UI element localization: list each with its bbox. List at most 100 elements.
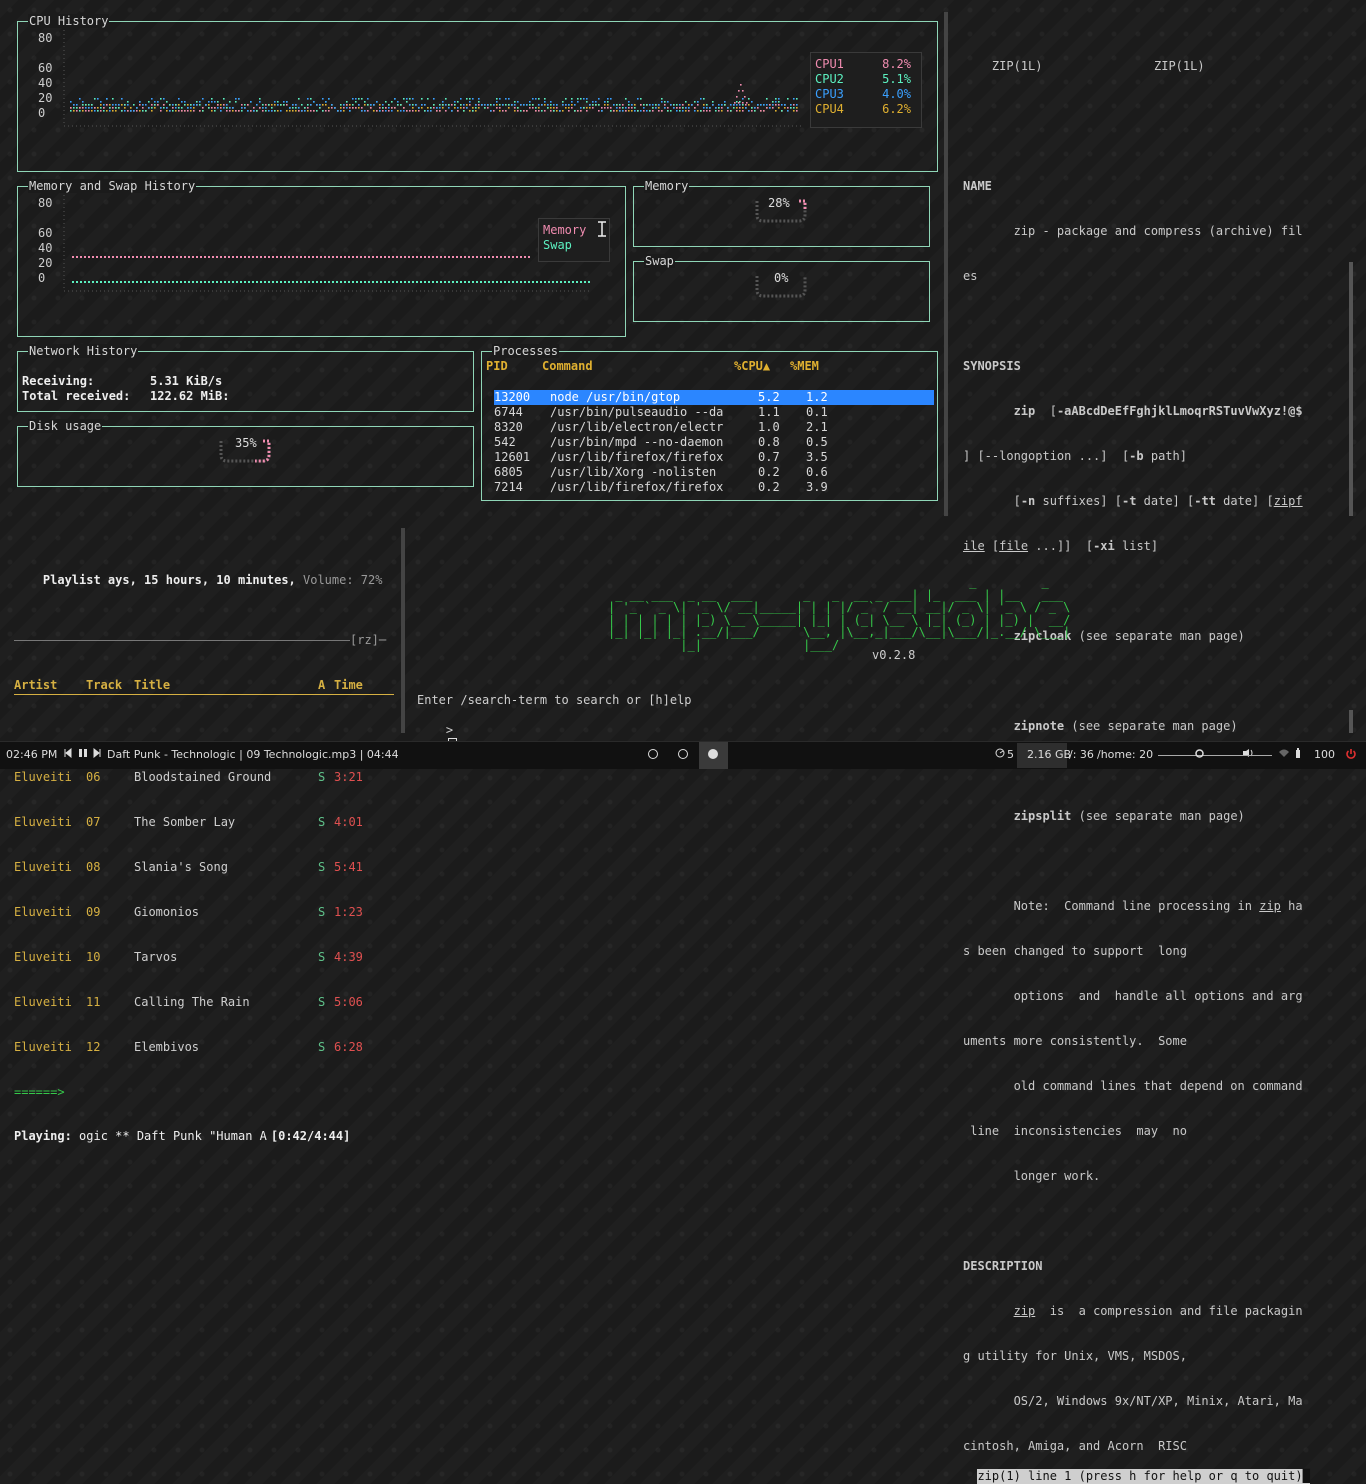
- playlist-row[interactable]: Eluveiti 09 Giomonios S 1:23: [14, 905, 394, 920]
- cpu-history-point: [535, 107, 537, 109]
- process-row[interactable]: 6805 /usr/lib/Xorg -nolisten 0.2 0.6: [494, 465, 934, 480]
- cpu-history-point: [277, 101, 279, 103]
- cpu-history-point: [355, 107, 357, 109]
- cpu-history-point: [505, 110, 507, 112]
- playlist-scrollbar[interactable]: [401, 528, 405, 733]
- memory-gauge: 28%: [751, 195, 811, 223]
- cpu-history-point: [649, 110, 651, 112]
- workspace-icon[interactable]: [678, 749, 688, 759]
- cpu-history-point: [472, 110, 474, 112]
- cpu-history-point: [622, 107, 624, 109]
- cpu-history-point: [367, 98, 369, 100]
- track-column-header[interactable]: Track: [86, 678, 134, 694]
- command-column-header[interactable]: Command: [542, 359, 734, 374]
- cpu-history-point: [202, 110, 204, 112]
- cpu-history-point: [112, 107, 114, 109]
- cpu-history-point: [190, 107, 192, 109]
- cpu-history-point: [661, 110, 663, 112]
- cpu-history-point: [139, 101, 141, 103]
- cpu-history-point: [553, 107, 555, 109]
- mem-y-tick: 40: [38, 241, 53, 255]
- playlist-row[interactable]: Eluveiti 12 Elembivos S 6:28: [14, 1040, 394, 1055]
- artist-column-header[interactable]: Artist: [14, 678, 86, 694]
- volume-slider[interactable]: [1228, 755, 1272, 756]
- mem-column-header[interactable]: %MEM: [790, 359, 830, 374]
- cpu-history-point: [457, 107, 459, 109]
- wifi-icon[interactable]: [1278, 748, 1290, 762]
- man-scrollbar[interactable]: [1349, 262, 1353, 516]
- cpu-history-point: [418, 107, 420, 109]
- now-playing[interactable]: Daft Punk - Technologic | 09 Technologic…: [107, 748, 399, 762]
- cpu-history-point: [475, 104, 477, 106]
- next-icon[interactable]: [93, 747, 101, 762]
- process-row[interactable]: 12601 /usr/lib/firefox/firefox 0.7 3.5: [494, 450, 934, 465]
- pause-icon[interactable]: [78, 748, 88, 762]
- cpu-history-point: [109, 107, 111, 109]
- cpu-history-point: [562, 110, 564, 112]
- cpu-history-point: [178, 110, 180, 112]
- man-page-pane[interactable]: ZIP(1L) ZIP(1L) NAME zip - package and c…: [963, 14, 1341, 1484]
- cpu-history-point: [616, 107, 618, 109]
- cpu-history-point: [265, 107, 267, 109]
- cpu4-label: CPU4: [815, 102, 844, 116]
- cpu-history-point: [322, 98, 324, 100]
- title-column-header[interactable]: Title: [134, 678, 318, 694]
- a-column-header[interactable]: A: [318, 678, 334, 694]
- playlist-row[interactable]: Eluveiti 08 Slania's Song S 5:41: [14, 860, 394, 875]
- time-column-header[interactable]: Time: [334, 678, 374, 694]
- playlist-row[interactable]: Eluveiti 06 Bloodstained Ground S 3:21: [14, 770, 394, 785]
- workspace-icon[interactable]: [648, 749, 658, 759]
- power-icon[interactable]: [1345, 748, 1357, 764]
- pid-column-header[interactable]: PID: [486, 359, 542, 374]
- workspace-active[interactable]: [699, 742, 728, 769]
- cpu-history-point: [217, 104, 219, 106]
- swap-percent: 0%: [774, 271, 789, 285]
- cpu-history-point: [292, 110, 294, 112]
- brightness-icon[interactable]: [1194, 748, 1205, 763]
- cpu-history-point: [628, 107, 630, 109]
- playlist-row[interactable]: Eluveiti 07 The Somber Lay S 4:01: [14, 815, 394, 830]
- man-section-description: DESCRIPTION: [963, 1259, 1043, 1273]
- cpu-history-point: [85, 107, 87, 109]
- prev-icon[interactable]: [64, 747, 72, 762]
- memory-title: Memory: [644, 179, 690, 193]
- process-row[interactable]: 542 /usr/bin/mpd --no-daemon 0.8 0.5: [494, 435, 934, 450]
- cpu-history-point: [739, 110, 741, 112]
- playlist-row[interactable]: Eluveiti 11 Calling The Rain S 5:06: [14, 995, 394, 1010]
- cpu-history-point: [352, 107, 354, 109]
- cpu-history-point: [343, 104, 345, 106]
- cpu-column-header[interactable]: %CPU▲: [734, 359, 790, 374]
- playlist-row[interactable]: Eluveiti 10 Tarvos S 4:39: [14, 950, 394, 965]
- cpu-history-point: [628, 104, 630, 106]
- process-row[interactable]: 7214 /usr/lib/firefox/firefox 0.2 3.9: [494, 480, 934, 495]
- cpu-history-point: [409, 110, 411, 112]
- gtop-scrollbar[interactable]: [944, 12, 948, 516]
- cpu-history-point: [109, 110, 111, 112]
- cpu-history-point: [385, 101, 387, 103]
- man-text-line: zip is a compression and file packagin: [1013, 1304, 1303, 1318]
- man-text-line: options and handle all options and arg: [963, 989, 1303, 1003]
- cpu-history-point: [778, 107, 780, 109]
- cpu-history-point: [769, 107, 771, 109]
- progress-bar[interactable]: ======>: [14, 1085, 394, 1099]
- process-row[interactable]: 6744 /usr/bin/pulseaudio --da 1.1 0.1: [494, 405, 934, 420]
- process-row-selected[interactable]: 13200 node /usr/bin/gtop 5.2 1.2: [494, 390, 934, 405]
- cpu-history-point: [367, 104, 369, 106]
- cpu-history-point: [718, 104, 720, 106]
- cpu-history-point: [106, 110, 108, 112]
- cpu-history-point: [664, 101, 666, 103]
- cpu-history-point: [607, 98, 609, 100]
- cpu-history-point: [319, 107, 321, 109]
- cpu-history-point: [682, 107, 684, 109]
- cpu-history-point: [256, 104, 258, 106]
- cpu-history-point: [382, 107, 384, 109]
- brightness-slider[interactable]: [1158, 755, 1228, 756]
- battery-icon: [1295, 748, 1301, 763]
- cpu-history-point: [520, 104, 522, 106]
- clock[interactable]: 02:46 PM: [6, 748, 57, 762]
- cpu-history-point: [796, 104, 798, 106]
- search-scrollbar[interactable]: [1349, 710, 1353, 733]
- process-row[interactable]: 8320 /usr/lib/electron/electr 1.0 2.1: [494, 420, 934, 435]
- cpu-history-point: [313, 110, 315, 112]
- cpu-history-point: [325, 104, 327, 106]
